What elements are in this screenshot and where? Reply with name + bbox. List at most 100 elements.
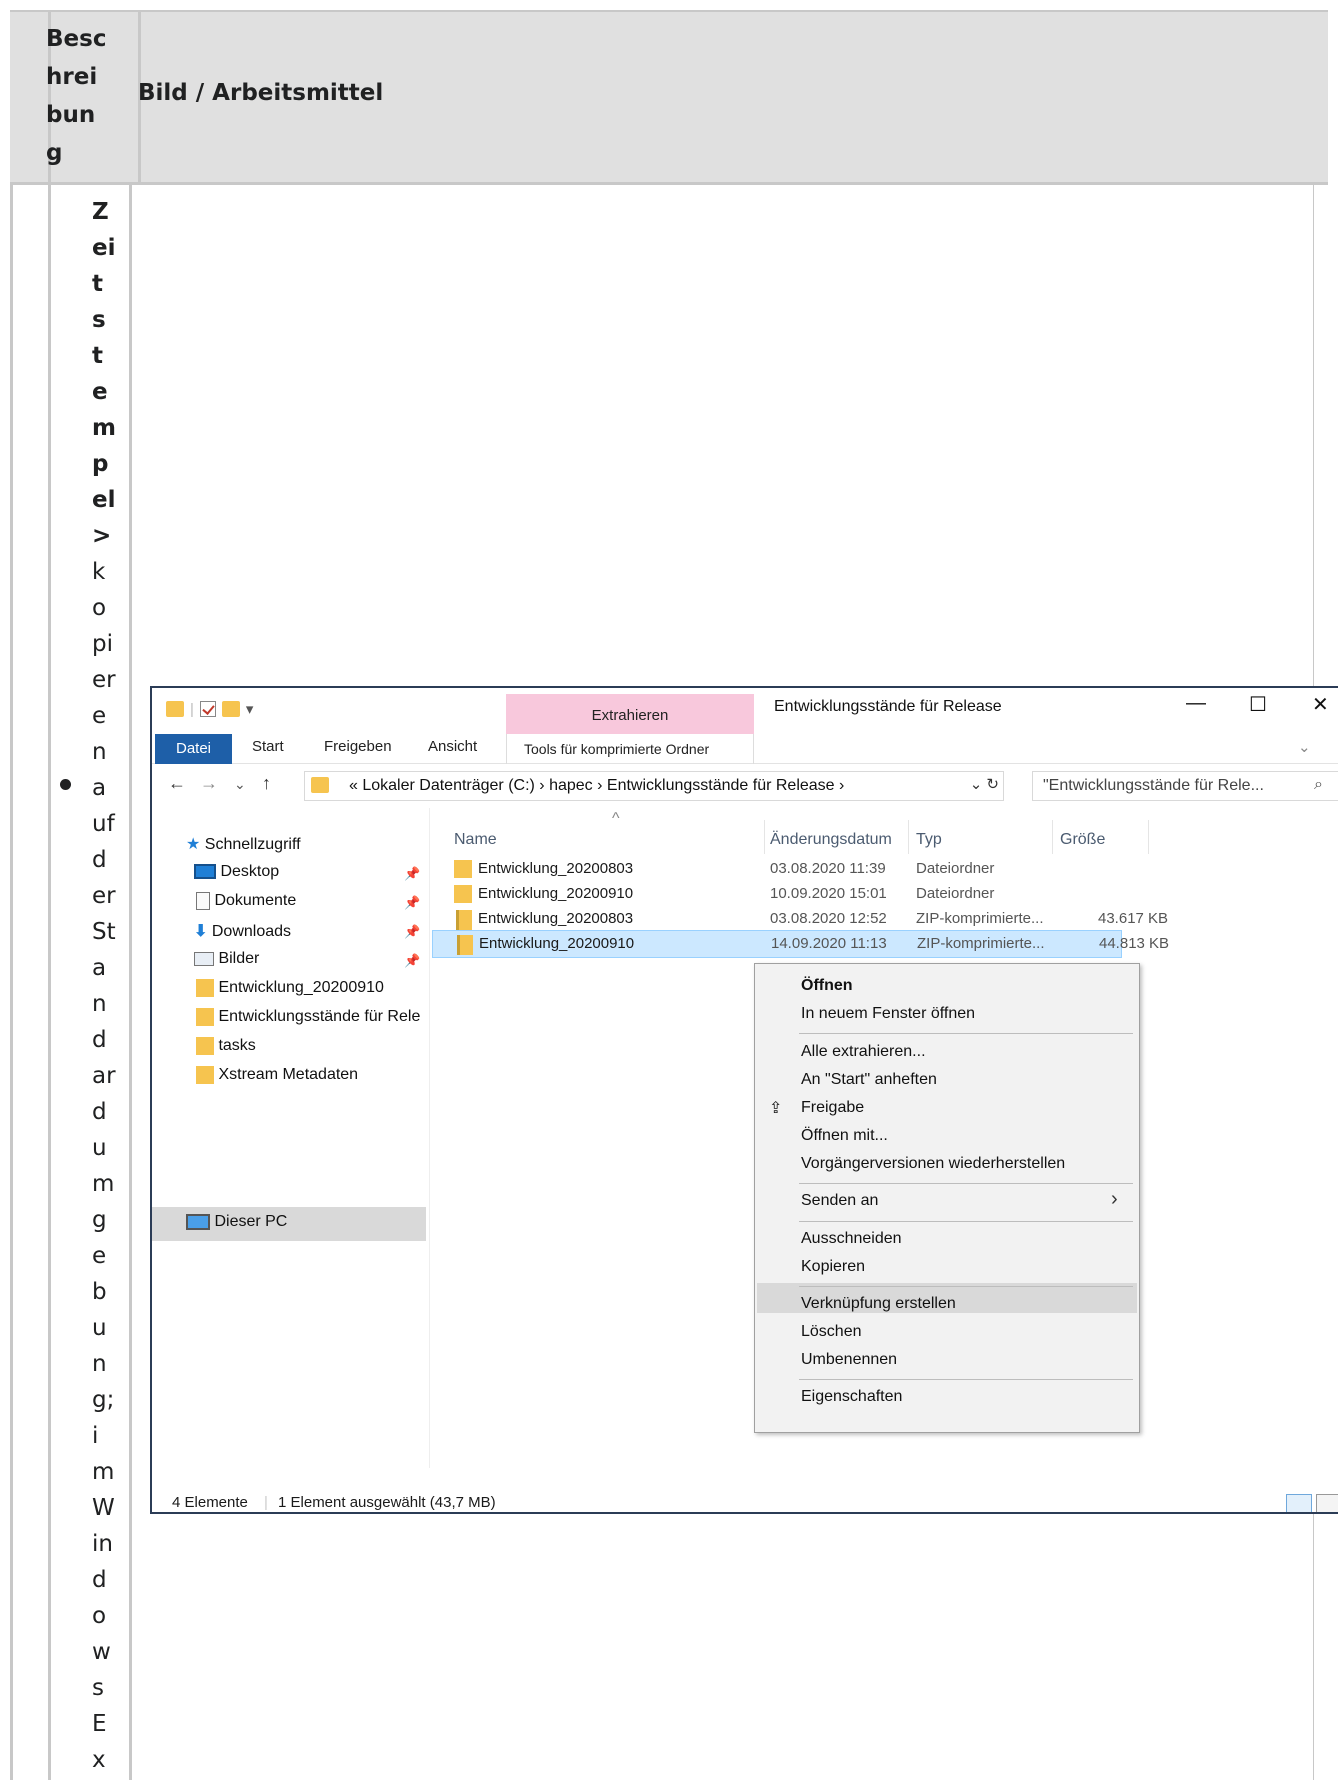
nav-item-downloads[interactable]: ⬇ Downloads bbox=[194, 921, 291, 941]
share-icon: ⇪ bbox=[769, 1100, 783, 1117]
search-icon[interactable]: ⌕ bbox=[1314, 776, 1323, 794]
desc-line: er bbox=[92, 883, 116, 909]
tab-view[interactable]: Ansicht bbox=[428, 738, 477, 755]
explorer-window: | ▾ Extrahieren Entwicklungsstände für R… bbox=[150, 686, 1338, 1514]
desc-line: n bbox=[92, 739, 107, 765]
column-separator[interactable] bbox=[908, 820, 909, 854]
nav-item-quick-access[interactable]: ★ Schnellzugriff bbox=[186, 834, 301, 854]
column-separator[interactable] bbox=[1052, 820, 1053, 854]
document-icon bbox=[196, 892, 210, 910]
menu-item-create-shortcut[interactable]: Verknüpfung erstellen bbox=[801, 1295, 956, 1313]
address-path[interactable]: « Lokaler Datenträger (C:) › hapec › Ent… bbox=[349, 777, 844, 795]
file-date: 14.09.2020 11:13 bbox=[771, 935, 887, 952]
menu-item-copy[interactable]: Kopieren bbox=[801, 1258, 865, 1276]
pin-icon: 📌 bbox=[404, 895, 421, 910]
row-divider bbox=[10, 182, 1328, 185]
search-placeholder: "Entwicklungsstände für Rele... bbox=[1043, 777, 1264, 794]
address-refresh-icon[interactable]: ⌄ ↻ bbox=[970, 775, 999, 793]
column-header-type[interactable]: Typ bbox=[916, 831, 942, 849]
column-separator[interactable] bbox=[1148, 820, 1149, 854]
desc-line: g; bbox=[92, 1387, 115, 1413]
menu-item-delete[interactable]: Löschen bbox=[801, 1323, 862, 1341]
menu-item-extract-all[interactable]: Alle extrahieren... bbox=[801, 1043, 926, 1061]
nav-item-this-pc[interactable]: Dieser PC bbox=[186, 1213, 287, 1231]
desc-line: d bbox=[92, 1567, 107, 1593]
column-header-size[interactable]: Größe bbox=[1060, 831, 1105, 849]
file-type: Dateiordner bbox=[916, 860, 995, 877]
tab-file[interactable]: Datei bbox=[155, 734, 232, 764]
minimize-button[interactable]: — bbox=[1186, 692, 1206, 715]
column-separator[interactable] bbox=[764, 820, 765, 854]
forward-icon[interactable]: → bbox=[200, 773, 218, 794]
folder-icon[interactable] bbox=[166, 701, 184, 717]
nav-item-folder[interactable]: Entwicklung_20200910 bbox=[196, 979, 384, 997]
menu-item-properties[interactable]: Eigenschaften bbox=[801, 1388, 902, 1406]
nav-item-folder[interactable]: tasks bbox=[196, 1037, 256, 1055]
maximize-button[interactable]: ☐ bbox=[1249, 692, 1267, 717]
header-image-label: Bild / Arbeitsmittel bbox=[138, 80, 384, 106]
status-item-count: 4 Elemente bbox=[172, 1494, 248, 1511]
nav-item-folder[interactable]: Xstream Metadaten bbox=[196, 1066, 358, 1084]
quick-access-toolbar: | ▾ bbox=[166, 700, 253, 718]
desc-line: n bbox=[92, 991, 107, 1017]
file-type: Dateiordner bbox=[916, 885, 995, 902]
nav-item-desktop[interactable]: Desktop bbox=[194, 863, 279, 881]
menu-item-open-new-window[interactable]: In neuem Fenster öffnen bbox=[801, 1005, 975, 1023]
file-size: 44.813 KB bbox=[1099, 935, 1170, 952]
desc-line: St bbox=[92, 919, 116, 945]
folder-icon bbox=[196, 1066, 214, 1084]
nav-item-documents[interactable]: Dokumente bbox=[196, 892, 296, 910]
menu-item-restore-versions[interactable]: Vorgängerversionen wiederherstellen bbox=[801, 1155, 1065, 1173]
menu-item-pin-start[interactable]: An "Start" anheften bbox=[801, 1071, 937, 1089]
file-date: 10.09.2020 15:01 bbox=[770, 885, 887, 902]
column-header-name[interactable]: Name bbox=[454, 831, 497, 849]
file-row[interactable]: Entwicklung_20200803 03.08.2020 11:39 Da… bbox=[432, 856, 1122, 884]
status-selection: 1 Element ausgewählt (43,7 MB) bbox=[278, 1494, 496, 1511]
back-icon[interactable]: ← bbox=[168, 773, 186, 794]
menu-item-send-to[interactable]: Senden an bbox=[801, 1192, 878, 1210]
close-button[interactable]: ✕ bbox=[1312, 692, 1329, 717]
tab-share[interactable]: Freigeben bbox=[324, 738, 392, 755]
desc-line: W bbox=[92, 1495, 115, 1521]
menu-separator bbox=[799, 1183, 1133, 1184]
nav-item-folder[interactable]: Entwicklungsstände für Rele bbox=[196, 1008, 420, 1026]
desktop-icon bbox=[194, 864, 216, 880]
properties-check-icon[interactable] bbox=[199, 701, 216, 717]
desc-line: p bbox=[92, 451, 109, 477]
desc-line: a bbox=[92, 775, 107, 801]
new-folder-icon[interactable] bbox=[221, 701, 240, 717]
desc-line: ar bbox=[92, 1063, 116, 1089]
details-view-icon[interactable] bbox=[1286, 1494, 1312, 1512]
folder-icon bbox=[196, 1008, 214, 1026]
file-date: 03.08.2020 12:52 bbox=[770, 910, 887, 927]
desc-line: d bbox=[92, 1027, 107, 1053]
tab-compressed-tools[interactable]: Tools für komprimierte Ordner bbox=[506, 734, 754, 764]
menu-item-share[interactable]: Freigabe bbox=[801, 1099, 864, 1117]
ribbon-expand-icon[interactable]: ⌄ bbox=[1298, 738, 1311, 756]
file-row-selected[interactable]: Entwicklung_20200910 14.09.2020 11:13 ZI… bbox=[432, 930, 1169, 958]
column-header-date[interactable]: Änderungsdatum bbox=[770, 831, 892, 849]
recent-locations-icon[interactable]: ⌄ bbox=[234, 776, 246, 793]
search-input[interactable]: "Entwicklungsstände für Rele... ⌕ bbox=[1032, 771, 1338, 801]
file-row[interactable]: Entwicklung_20200910 10.09.2020 15:01 Da… bbox=[432, 881, 1122, 909]
desc-line: d bbox=[92, 1099, 107, 1125]
menu-item-open-with[interactable]: Öffnen mit... bbox=[801, 1127, 888, 1145]
tab-start[interactable]: Start bbox=[252, 738, 284, 755]
menu-item-rename[interactable]: Umbenennen bbox=[801, 1351, 897, 1369]
file-name: Entwicklung_20200803 bbox=[478, 860, 634, 877]
desc-line: t bbox=[92, 271, 103, 297]
header-desc-line: hrei bbox=[46, 64, 98, 90]
menu-item-open[interactable]: Öffnen bbox=[801, 977, 853, 995]
large-icons-view-icon[interactable] bbox=[1316, 1494, 1338, 1512]
nav-item-pictures[interactable]: Bilder bbox=[194, 950, 259, 968]
menu-item-cut[interactable]: Ausschneiden bbox=[801, 1230, 902, 1248]
context-tab-extract[interactable]: Extrahieren bbox=[506, 694, 754, 734]
desc-line: in bbox=[92, 1531, 113, 1557]
header-empty-cell bbox=[10, 12, 51, 184]
customize-dropdown-icon[interactable]: ▾ bbox=[246, 700, 254, 718]
desc-line: d bbox=[92, 847, 107, 873]
menu-separator bbox=[799, 1221, 1133, 1222]
desc-line: ei bbox=[92, 235, 116, 261]
address-bar[interactable]: « Lokaler Datenträger (C:) › hapec › Ent… bbox=[304, 771, 1004, 801]
up-icon[interactable]: ↑ bbox=[262, 773, 271, 794]
